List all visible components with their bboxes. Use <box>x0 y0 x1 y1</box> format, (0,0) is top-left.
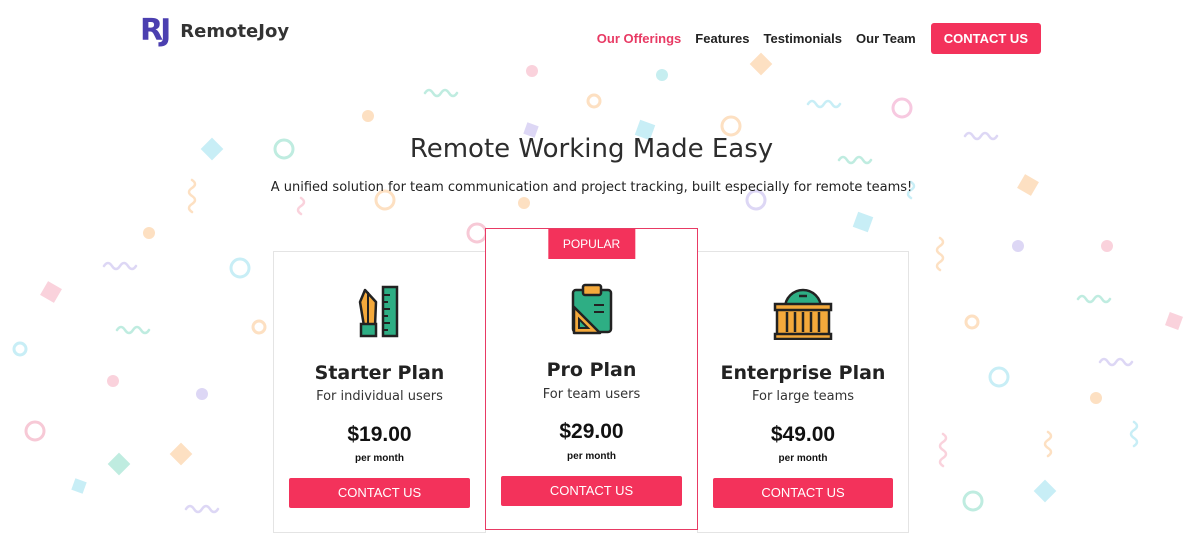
logo-mark: RJ <box>140 13 171 48</box>
plan-contact-button[interactable]: CONTACT US <box>501 476 682 506</box>
plan-name: Starter Plan <box>314 362 445 384</box>
plan-description: For individual users <box>316 389 443 404</box>
building-icon <box>773 288 833 340</box>
brand-logo[interactable]: RJ RemoteJoy <box>140 16 289 46</box>
plan-price: $29.00 <box>559 420 624 443</box>
nav-link-our-offerings[interactable]: Our Offerings <box>597 31 682 46</box>
plan-price: $19.00 <box>347 423 412 446</box>
plan-description: For team users <box>542 387 641 402</box>
plan-contact-button[interactable]: CONTACT US <box>713 478 893 508</box>
plan-period: per month <box>778 453 828 464</box>
hero-title: Remote Working Made Easy <box>409 134 774 164</box>
nav-link-testimonials[interactable]: Testimonials <box>764 31 843 46</box>
nav-link-our-team[interactable]: Our Team <box>856 31 916 46</box>
nav-link-features[interactable]: Features <box>695 31 749 46</box>
brand-name: RemoteJoy <box>180 20 290 42</box>
hero-subtitle: A unified solution for team communicatio… <box>270 180 913 195</box>
plan-contact-button[interactable]: CONTACT US <box>289 478 470 508</box>
plan-price: $49.00 <box>770 423 836 446</box>
plan-name: Enterprise Plan <box>720 362 886 384</box>
plan-card-enterprise: Enterprise Plan For large teams $49.00 p… <box>697 251 909 533</box>
plan-card-starter: Starter Plan For individual users $19.00… <box>273 251 486 533</box>
plan-description: For large teams <box>751 389 855 404</box>
drafting-tools-icon <box>358 285 398 338</box>
main-nav: Our Offerings Features Testimonials Our … <box>583 23 1041 54</box>
plan-card-pro: POPULAR Pro Plan For team users $29.00 p… <box>485 228 698 530</box>
plan-name: Pro Plan <box>546 359 637 381</box>
popular-badge: POPULAR <box>547 229 636 259</box>
contact-us-button[interactable]: CONTACT US <box>930 23 1041 54</box>
plan-period: per month <box>355 453 404 464</box>
clipboard-ruler-icon <box>571 283 612 335</box>
plan-period: per month <box>567 451 616 462</box>
